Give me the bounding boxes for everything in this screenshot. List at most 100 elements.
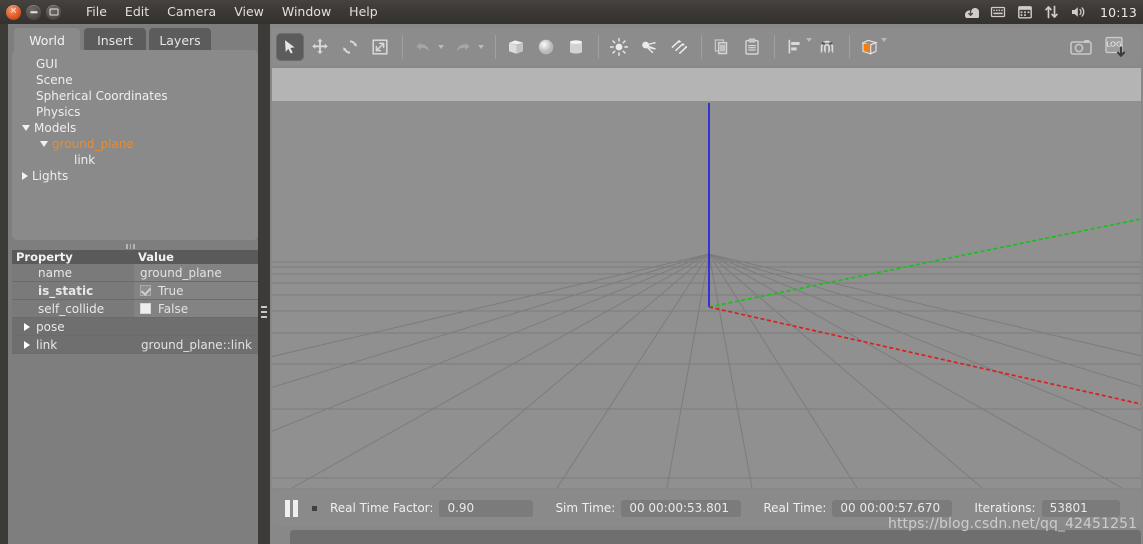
redo-dropdown-icon[interactable]: [478, 45, 484, 49]
tab-world[interactable]: World: [14, 28, 80, 52]
tree-item-gui[interactable]: GUI: [12, 56, 258, 72]
tree-item-spherical-coordinates[interactable]: Spherical Coordinates: [12, 88, 258, 104]
table-row[interactable]: is_static True: [12, 282, 258, 300]
tree-item-physics[interactable]: Physics: [12, 104, 258, 120]
gazebo-application-window: ✕ File Edit Camera View Window Help 10:1…: [0, 0, 1143, 544]
splitter-grip[interactable]: [261, 306, 267, 322]
3d-viewport[interactable]: [272, 68, 1141, 488]
chevron-down-icon[interactable]: [40, 141, 48, 147]
render-toolbar: LOG: [272, 28, 1141, 66]
property-table: Property Value name ground_plane is_stat…: [12, 250, 258, 354]
checkbox-unchecked-icon[interactable]: [140, 303, 151, 314]
undo-dropdown-icon[interactable]: [438, 45, 444, 49]
rotate-mode-button[interactable]: [336, 33, 364, 61]
property-table-header: Property Value: [12, 250, 258, 264]
window-close-button[interactable]: ✕: [6, 4, 21, 20]
calendar-icon[interactable]: [1017, 4, 1033, 20]
insert-point-light-button[interactable]: [605, 33, 633, 61]
clock[interactable]: 10:13: [1098, 5, 1137, 20]
window-maximize-button[interactable]: [46, 4, 61, 20]
header-property: Property: [16, 250, 73, 264]
menu-view[interactable]: View: [225, 2, 273, 22]
world-panel: World Insert Layers GUI Scene Spherical …: [8, 24, 262, 544]
undo-button[interactable]: [409, 33, 437, 61]
chevron-right-icon[interactable]: [22, 172, 28, 180]
tree-item-ground-plane[interactable]: ground_plane: [12, 136, 258, 152]
translate-mode-button[interactable]: [306, 33, 334, 61]
x-axis: [708, 306, 1141, 405]
property-value[interactable]: False: [134, 300, 258, 317]
paste-button[interactable]: [738, 33, 766, 61]
toolbar-separator: [701, 35, 702, 59]
tree-item-lights[interactable]: Lights: [12, 168, 258, 184]
panel-splitter[interactable]: [258, 24, 270, 544]
window-minimize-button[interactable]: [26, 4, 41, 20]
view-appearance-button[interactable]: [856, 33, 884, 61]
checkbox-checked-icon[interactable]: [140, 285, 151, 296]
step-button[interactable]: [306, 498, 322, 518]
menu-file[interactable]: File: [77, 2, 116, 22]
screenshot-button[interactable]: [1065, 32, 1097, 62]
property-value[interactable]: True: [134, 282, 258, 299]
insert-spot-light-button[interactable]: [635, 33, 663, 61]
volume-icon[interactable]: [1070, 4, 1087, 20]
menu-bar: File Edit Camera View Window Help: [77, 2, 387, 22]
menu-help[interactable]: Help: [340, 2, 387, 22]
table-row[interactable]: self_collide False: [12, 300, 258, 318]
header-value: Value: [138, 250, 174, 264]
svg-text:LOG: LOG: [1106, 39, 1122, 48]
menu-camera[interactable]: Camera: [158, 2, 225, 22]
menu-window[interactable]: Window: [273, 2, 340, 22]
property-value: [134, 318, 258, 335]
system-tray: 10:13: [962, 0, 1137, 24]
insert-directional-light-button[interactable]: [665, 33, 693, 61]
insert-box-button[interactable]: [502, 33, 530, 61]
window-body: World Insert Layers GUI Scene Spherical …: [0, 24, 1143, 544]
view-appearance-dropdown-icon[interactable]: [881, 38, 887, 42]
align-dropdown-icon[interactable]: [806, 38, 812, 42]
chevron-down-icon[interactable]: [22, 125, 30, 131]
property-name: self_collide: [12, 300, 134, 317]
property-value[interactable]: ground_plane: [134, 264, 258, 281]
chevron-right-icon[interactable]: [24, 340, 30, 349]
tab-layers[interactable]: Layers: [149, 28, 211, 52]
tab-insert[interactable]: Insert: [84, 28, 146, 52]
tree-item-label: link: [74, 153, 96, 167]
log-recorder-button[interactable]: LOG: [1099, 32, 1133, 62]
menu-edit[interactable]: Edit: [116, 2, 158, 22]
copy-button[interactable]: [708, 33, 736, 61]
render-area: LOG Real Time Factor: 0.90 Sim Time: 00 …: [270, 24, 1143, 544]
select-mode-button[interactable]: [276, 33, 304, 61]
tree-item-models[interactable]: Models: [12, 120, 258, 136]
world-tree-box: GUI Scene Spherical Coordinates Physics …: [12, 50, 258, 240]
table-row[interactable]: name ground_plane: [12, 264, 258, 282]
redo-button[interactable]: [449, 33, 477, 61]
property-name[interactable]: link: [12, 336, 134, 353]
pause-button[interactable]: [280, 498, 302, 518]
property-name-label: pose: [36, 319, 65, 334]
align-button[interactable]: [781, 33, 809, 61]
software-update-icon[interactable]: [962, 4, 979, 20]
network-icon[interactable]: [1044, 4, 1059, 20]
property-name: name: [12, 264, 134, 281]
property-name[interactable]: pose: [12, 318, 134, 335]
tree-item-link[interactable]: link: [12, 152, 258, 168]
tree-item-label: GUI: [36, 57, 58, 71]
desktop-top-panel: ✕ File Edit Camera View Window Help 10:1…: [0, 0, 1143, 25]
table-row[interactable]: pose: [12, 318, 258, 336]
snap-button[interactable]: [813, 33, 841, 61]
iterations-label: Iterations:: [974, 501, 1036, 515]
tree-item-scene[interactable]: Scene: [12, 72, 258, 88]
chevron-right-icon[interactable]: [24, 322, 30, 331]
table-row[interactable]: link ground_plane::link: [12, 336, 258, 354]
insert-sphere-button[interactable]: [532, 33, 560, 61]
sim-time-label: Sim Time:: [555, 501, 616, 515]
panel-tabs: World Insert Layers: [8, 28, 262, 52]
keyboard-input-icon[interactable]: [990, 4, 1006, 20]
real-time-factor-label: Real Time Factor:: [330, 501, 434, 515]
tree-item-label: Scene: [36, 73, 73, 87]
insert-cylinder-button[interactable]: [562, 33, 590, 61]
property-value-label: True: [158, 283, 184, 298]
y-axis: [708, 218, 1141, 308]
scale-mode-button[interactable]: [366, 33, 394, 61]
